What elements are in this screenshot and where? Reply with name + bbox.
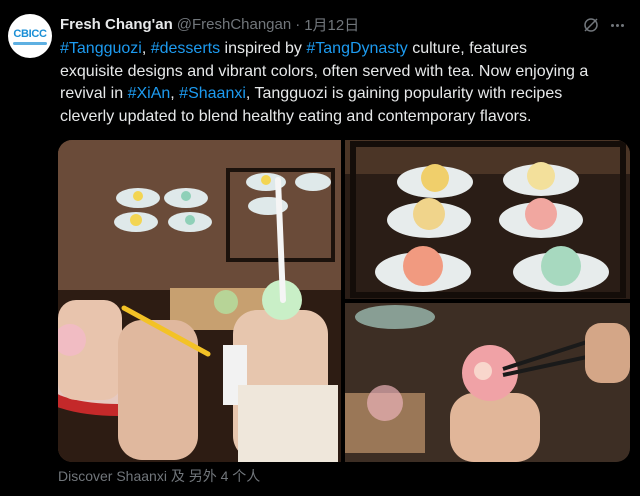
more-dot <box>615 23 619 27</box>
account-handle[interactable]: @FreshChangan <box>177 16 291 33</box>
hashtag-link[interactable]: #XiAn <box>128 85 171 102</box>
tweet-text-line: revival in #XiAn, #Shaanxi, Tangguozi is… <box>60 83 632 106</box>
photo-bottom-right-art <box>345 303 630 462</box>
photo-left-art <box>58 140 341 462</box>
post-date[interactable]: 1月12日 <box>304 14 359 35</box>
hashtag-link[interactable]: #Tangguozi <box>60 40 142 57</box>
avatar-logo-text: CBICC <box>13 27 47 40</box>
photo-tangguozi-display[interactable] <box>345 140 630 299</box>
more-dot <box>610 23 614 27</box>
tweet-text-segment: , Tangguozi is gaining popularity with r… <box>245 85 563 102</box>
photo-top-right-art <box>345 140 630 299</box>
tweet-text-segment: culture, features <box>407 40 527 57</box>
display-name[interactable]: Fresh Chang'an <box>60 16 173 33</box>
media-tag-caption[interactable]: Discover Shaanxi 及 另外 4 个人 <box>58 466 260 486</box>
tweet-text-segment: , <box>170 85 180 102</box>
avatar[interactable]: CBICC <box>8 14 52 58</box>
grok-icon[interactable] <box>582 16 600 34</box>
tweet-text-segment: inspired by <box>220 40 307 57</box>
tweet-text-segment: revival in <box>60 85 128 102</box>
tweet-text-line: exquisite designs and vibrant colors, of… <box>60 61 632 84</box>
tweet-text-segment: , <box>141 40 151 57</box>
tweet-text-line: cleverly updated to blend healthy eating… <box>60 106 632 129</box>
tweet-text-line: #Tangguozi, #desserts inspired by #TangD… <box>60 38 632 61</box>
more-dot <box>620 23 624 27</box>
hashtag-link[interactable]: #Shaanxi <box>179 85 246 102</box>
header-separator: · <box>295 15 301 33</box>
tweet-text-segment: exquisite designs and vibrant colors, of… <box>60 62 589 80</box>
media-grid <box>58 140 630 462</box>
photo-making-tangguozi[interactable] <box>58 140 341 462</box>
hashtag-link[interactable]: #TangDynasty <box>306 40 407 57</box>
tweet-text-segment: cleverly updated to blend healthy eating… <box>60 107 532 125</box>
more-options-icon[interactable] <box>606 14 628 36</box>
photo-tangguozi-tweezers[interactable] <box>345 303 630 462</box>
hashtag-link[interactable]: #desserts <box>151 40 220 57</box>
tweet-header: Fresh Chang'an @FreshChangan · 1月12日 <box>60 14 359 34</box>
tweet-text: #Tangguozi, #desserts inspired by #TangD… <box>60 38 632 128</box>
avatar-logo-underline <box>13 41 47 45</box>
